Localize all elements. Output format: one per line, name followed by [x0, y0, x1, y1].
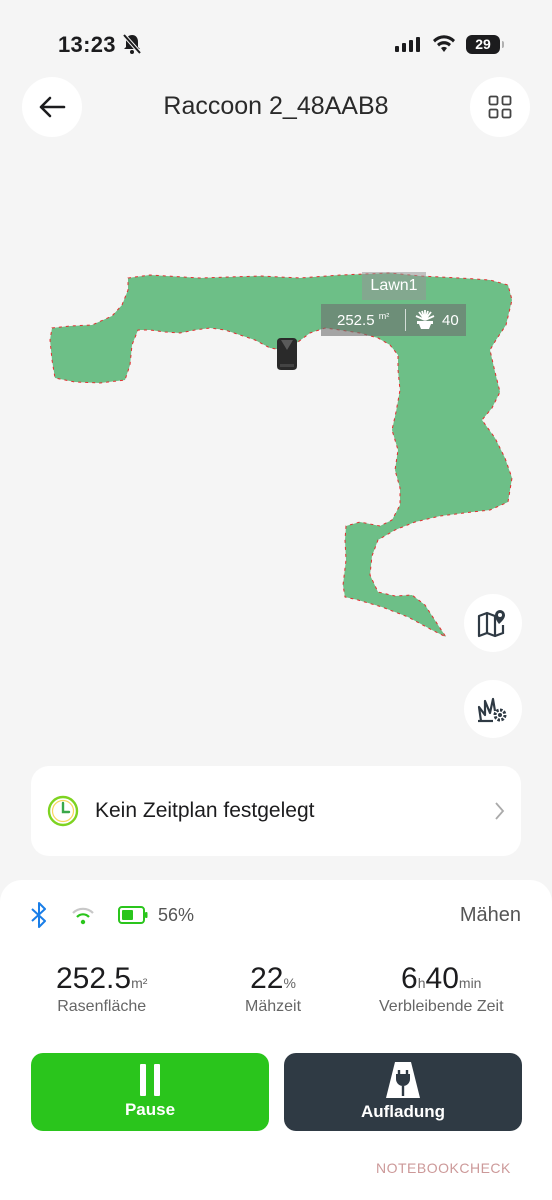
stat-value: 22 — [250, 962, 284, 995]
stat-lawn-area: 252.5m² Rasenfläche — [56, 962, 147, 1016]
battery-percent: 56% — [158, 904, 195, 925]
wifi-icon — [72, 907, 94, 925]
cellular-signal-icon — [395, 36, 420, 52]
stat-label: Verbleibende Zeit — [379, 998, 504, 1015]
mode-status: Mähen — [459, 904, 521, 926]
stat-minutes-unit: min — [458, 975, 482, 991]
stat-hours-unit: h — [417, 975, 426, 991]
lawn-map[interactable] — [0, 150, 552, 750]
status-time: 13:23 — [58, 32, 116, 57]
mower-marker-icon — [277, 338, 297, 370]
lawn-name-label[interactable]: Lawn1 — [362, 272, 426, 300]
schedule-text: Kein Zeitplan festgelegt — [95, 799, 315, 822]
pause-button[interactable]: Pause — [31, 1053, 269, 1131]
stat-hours: 6 — [401, 962, 418, 995]
bell-muted-icon — [122, 33, 142, 55]
charge-button[interactable]: Aufladung — [284, 1053, 522, 1131]
pause-label: Pause — [124, 1100, 176, 1119]
stat-label: Rasenfläche — [57, 998, 147, 1015]
lawn-area: 252.5 m² — [321, 311, 405, 329]
lawn-info-badge: 252.5 m² 40 — [321, 304, 466, 336]
grass-settings-icon — [477, 697, 507, 723]
map-edit-button[interactable] — [464, 594, 522, 652]
charging-station-icon — [386, 1062, 420, 1098]
lawn-area-value: 252.5 — [337, 312, 375, 329]
lawn-settings-button[interactable] — [464, 680, 522, 738]
stat-value: 252.5 — [56, 962, 132, 995]
chevron-right-icon — [495, 802, 505, 820]
stat-minutes: 40 — [425, 962, 459, 995]
lawn-area-unit: m² — [378, 311, 390, 321]
plant-icon — [415, 310, 435, 329]
battery-icon — [118, 906, 148, 924]
wifi-status-icon — [433, 35, 455, 52]
divider — [405, 309, 406, 331]
stat-label: Mähzeit — [245, 998, 302, 1015]
stat-unit: % — [283, 975, 296, 991]
status-bar: 13:23 29 — [0, 0, 552, 90]
grid-icon — [488, 95, 512, 119]
map-pin-icon — [477, 610, 505, 638]
pause-icon — [140, 1064, 160, 1096]
stat-remaining-time: 6h40min Verbleibende Zeit — [379, 962, 504, 1016]
schedule-card[interactable]: Kein Zeitplan festgelegt — [31, 766, 521, 856]
battery-status-icon: 29 — [466, 35, 504, 54]
stat-unit: m² — [131, 975, 148, 991]
cut-height-value: 40 — [442, 311, 459, 329]
connection-row: 56% — [30, 902, 194, 928]
watermark: NOTEBOOKCHECK — [376, 1160, 511, 1176]
bluetooth-icon — [31, 902, 46, 928]
stat-mow-time: 22% Mähzeit — [245, 962, 301, 1016]
clock-icon — [47, 795, 79, 827]
status-panel: 56% Mähen 252.5m² Rasenfläche 22% Mähzei… — [0, 880, 552, 1200]
device-menu-button[interactable] — [470, 77, 530, 137]
charge-label: Aufladung — [360, 1102, 446, 1121]
